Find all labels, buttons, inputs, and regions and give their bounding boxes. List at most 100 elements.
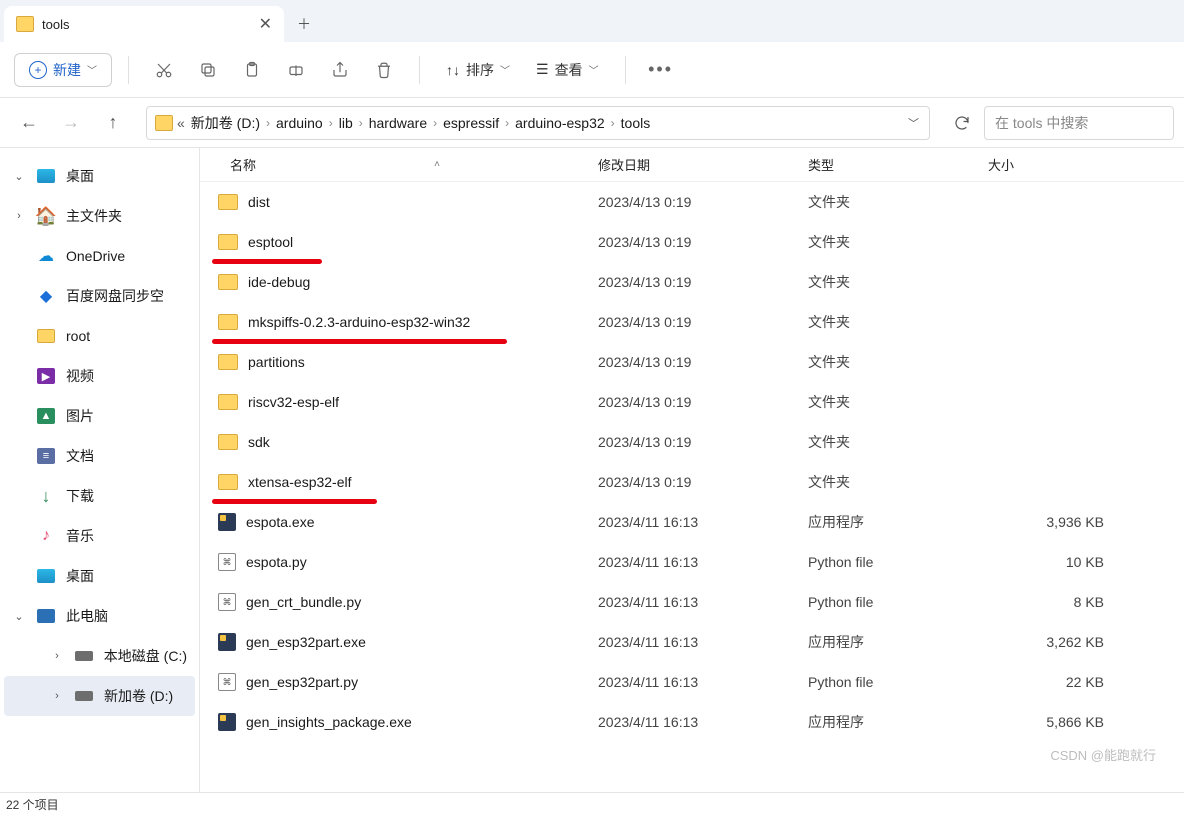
new-tab-button[interactable]: ＋ bbox=[284, 6, 324, 42]
crumb-prefix: « bbox=[177, 115, 185, 131]
file-type: 文件夹 bbox=[790, 472, 970, 492]
sidebar-item-label: 此电脑 bbox=[66, 606, 108, 626]
file-type: 文件夹 bbox=[790, 272, 970, 292]
file-size: 3,936 KB bbox=[970, 514, 1184, 530]
col-type[interactable]: 类型 bbox=[790, 155, 970, 174]
search-input[interactable]: 在 tools 中搜索 bbox=[984, 106, 1174, 140]
sort-label: 排序 bbox=[466, 60, 494, 80]
folder-icon bbox=[155, 115, 173, 131]
file-date: 2023/4/13 0:19 bbox=[580, 234, 790, 250]
sidebar-item-label: 下载 bbox=[66, 486, 94, 506]
desktop-icon bbox=[36, 566, 56, 586]
sidebar-item-label: 图片 bbox=[66, 406, 94, 426]
breadcrumb-segment[interactable]: espressif bbox=[439, 115, 503, 131]
desktop-icon bbox=[36, 166, 56, 186]
sidebar-item-label: 桌面 bbox=[66, 566, 94, 586]
sort-button[interactable]: ↑↓ 排序 ﹀ bbox=[436, 60, 520, 80]
breadcrumb-segment[interactable]: arduino bbox=[272, 115, 327, 131]
paste-icon[interactable] bbox=[233, 51, 271, 89]
sort-icon: ↑↓ bbox=[446, 62, 460, 78]
forward-button[interactable]: → bbox=[52, 104, 90, 142]
view-button[interactable]: ☰ 查看 ﹀ bbox=[526, 60, 609, 80]
sidebar-item[interactable]: ◆ 百度网盘同步空 bbox=[4, 276, 195, 316]
file-name: gen_esp32part.exe bbox=[246, 634, 366, 650]
file-row[interactable]: gen_insights_package.exe 2023/4/11 16:13… bbox=[200, 702, 1184, 742]
download-icon: ↓ bbox=[36, 486, 56, 506]
exe-icon bbox=[218, 713, 236, 731]
breadcrumb-segment[interactable]: hardware bbox=[365, 115, 431, 131]
file-row[interactable]: mkspiffs-0.2.3-arduino-esp32-win32 2023/… bbox=[200, 302, 1184, 342]
delete-icon[interactable] bbox=[365, 51, 403, 89]
up-button[interactable]: ↑ bbox=[94, 104, 132, 142]
file-name: gen_insights_package.exe bbox=[246, 714, 412, 730]
file-row[interactable]: esptool 2023/4/13 0:19 文件夹 bbox=[200, 222, 1184, 262]
sidebar-item[interactable]: › 🏠 主文件夹 bbox=[4, 196, 195, 236]
file-row[interactable]: gen_esp32part.exe 2023/4/11 16:13 应用程序 3… bbox=[200, 622, 1184, 662]
file-name: partitions bbox=[248, 354, 305, 370]
file-type: 应用程序 bbox=[790, 512, 970, 532]
share-icon[interactable] bbox=[321, 51, 359, 89]
file-row[interactable]: dist 2023/4/13 0:19 文件夹 bbox=[200, 182, 1184, 222]
pc-icon bbox=[36, 606, 56, 626]
copy-icon[interactable] bbox=[189, 51, 227, 89]
new-button[interactable]: + 新建 ﹀ bbox=[14, 53, 112, 87]
file-type: 文件夹 bbox=[790, 432, 970, 452]
file-date: 2023/4/13 0:19 bbox=[580, 354, 790, 370]
music-icon: ♪ bbox=[36, 526, 56, 546]
sidebar-item-label: 文档 bbox=[66, 446, 94, 466]
file-row[interactable]: partitions 2023/4/13 0:19 文件夹 bbox=[200, 342, 1184, 382]
current-tab[interactable]: tools ✕ bbox=[4, 6, 284, 42]
col-name-label: 名称 bbox=[218, 155, 256, 174]
sidebar-item[interactable]: ▲ 图片 bbox=[4, 396, 195, 436]
sidebar-item-label: 本地磁盘 (C:) bbox=[104, 646, 187, 666]
breadcrumb-segment[interactable]: 新加卷 (D:) bbox=[187, 113, 264, 133]
file-row[interactable]: ⌘gen_esp32part.py 2023/4/11 16:13 Python… bbox=[200, 662, 1184, 702]
chevron-down-icon[interactable]: ﹀ bbox=[908, 115, 919, 131]
refresh-button[interactable] bbox=[944, 106, 980, 140]
close-tab-icon[interactable]: ✕ bbox=[259, 14, 272, 34]
search-placeholder: 在 tools 中搜索 bbox=[995, 113, 1088, 133]
video-icon: ▶ bbox=[36, 366, 56, 386]
file-date: 2023/4/11 16:13 bbox=[580, 714, 790, 730]
sidebar-item[interactable]: ♪ 音乐 bbox=[4, 516, 195, 556]
file-type: Python file bbox=[790, 674, 970, 690]
sidebar-item[interactable]: ≡ 文档 bbox=[4, 436, 195, 476]
sidebar-item[interactable]: ↓ 下载 bbox=[4, 476, 195, 516]
sidebar-item[interactable]: 桌面 bbox=[4, 556, 195, 596]
sidebar-item[interactable]: ⌄ 此电脑 bbox=[4, 596, 195, 636]
sidebar-item[interactable]: root bbox=[4, 316, 195, 356]
breadcrumb-separator-icon: › bbox=[611, 116, 615, 130]
back-button[interactable]: ← bbox=[10, 104, 48, 142]
file-row[interactable]: sdk 2023/4/13 0:19 文件夹 bbox=[200, 422, 1184, 462]
file-date: 2023/4/13 0:19 bbox=[580, 314, 790, 330]
col-date-label: 修改日期 bbox=[598, 158, 650, 173]
sidebar-item[interactable]: › 新加卷 (D:) bbox=[4, 676, 195, 716]
file-row[interactable]: riscv32-esp-elf 2023/4/13 0:19 文件夹 bbox=[200, 382, 1184, 422]
cut-icon[interactable] bbox=[145, 51, 183, 89]
breadcrumb-segment[interactable]: tools bbox=[617, 115, 655, 131]
sidebar-item[interactable]: › 本地磁盘 (C:) bbox=[4, 636, 195, 676]
col-size[interactable]: 大小 bbox=[970, 155, 1184, 174]
file-row[interactable]: espota.exe 2023/4/11 16:13 应用程序 3,936 KB bbox=[200, 502, 1184, 542]
breadcrumb-segment[interactable]: lib bbox=[335, 115, 357, 131]
folder-icon bbox=[218, 234, 238, 250]
file-size: 22 KB bbox=[970, 674, 1184, 690]
sidebar-item[interactable]: ☁ OneDrive bbox=[4, 236, 195, 276]
address-bar[interactable]: « 新加卷 (D:)›arduino›lib›hardware›espressi… bbox=[146, 106, 930, 140]
file-row[interactable]: ⌘gen_crt_bundle.py 2023/4/11 16:13 Pytho… bbox=[200, 582, 1184, 622]
file-row[interactable]: ⌘espota.py 2023/4/11 16:13 Python file 1… bbox=[200, 542, 1184, 582]
disk-icon bbox=[74, 646, 94, 666]
view-label: 查看 bbox=[555, 60, 583, 80]
col-name[interactable]: 名称 ˄ bbox=[200, 155, 580, 174]
folder-icon bbox=[218, 474, 238, 490]
sidebar-item[interactable]: ⌄ 桌面 bbox=[4, 156, 195, 196]
sidebar-item-label: OneDrive bbox=[66, 248, 125, 264]
file-row[interactable]: xtensa-esp32-elf 2023/4/13 0:19 文件夹 bbox=[200, 462, 1184, 502]
file-type: 文件夹 bbox=[790, 352, 970, 372]
breadcrumb-segment[interactable]: arduino-esp32 bbox=[511, 115, 609, 131]
rename-icon[interactable] bbox=[277, 51, 315, 89]
col-date[interactable]: 修改日期 bbox=[580, 155, 790, 174]
file-row[interactable]: ide-debug 2023/4/13 0:19 文件夹 bbox=[200, 262, 1184, 302]
sidebar-item[interactable]: ▶ 视频 bbox=[4, 356, 195, 396]
more-button[interactable]: ••• bbox=[642, 51, 680, 89]
